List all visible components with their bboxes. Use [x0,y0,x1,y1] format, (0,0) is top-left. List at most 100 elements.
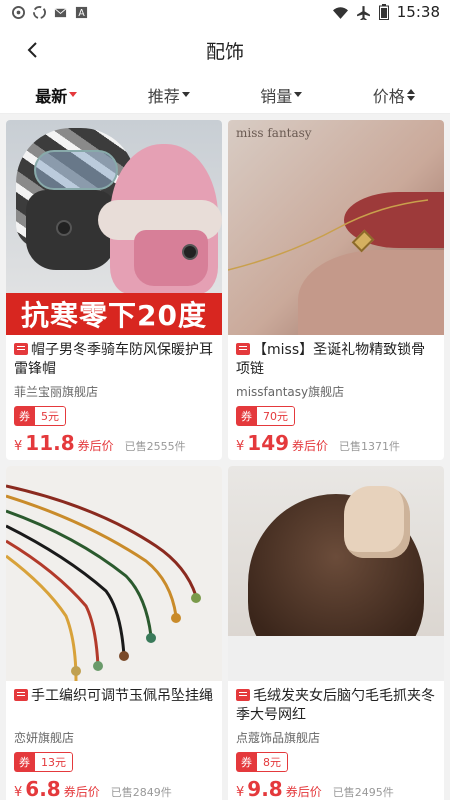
coupon-amount: 13元 [35,752,73,772]
status-bar: A 15:38 [0,0,450,24]
coupon-amount: 8元 [257,752,288,772]
price: 6.8 [25,777,61,800]
sold-count: 已售2555件 [124,440,186,453]
hair-clip-shape [344,486,410,558]
sold-count: 已售1371件 [339,440,401,453]
tab-newest[interactable]: 最新 [0,83,113,107]
battery-icon [378,4,389,20]
product-title-text: 毛绒发夹女后脑勺毛毛抓夹冬季大号网红 [236,688,435,723]
price-note: 券后价 [292,439,329,453]
product-card[interactable]: miss fantasy 【miss】圣诞礼物精致锁骨项链 missfantas… [228,120,444,460]
necklace-chain [228,199,429,271]
price-row: ¥ 9.8 券后价 已售2495件 [236,777,436,800]
tmall-icon [236,343,250,355]
tab-recommended[interactable]: 推荐 [113,83,226,107]
promo-banner: 抗寒零下20度 [6,293,222,335]
tab-sales[interactable]: 销量 [225,83,338,107]
mail-icon [54,7,67,17]
app-notification-icon [12,5,25,19]
price: 11.8 [25,431,75,455]
price-note: 券后价 [285,785,322,799]
caret-down-icon [181,91,190,97]
price-row: ¥ 11.8 券后价 已售2555件 [14,431,214,455]
tab-label: 价格 [372,86,405,106]
sold-count: 已售2849件 [110,786,172,799]
price: 9.8 [247,777,283,800]
shop-name[interactable]: missfantasy旗舰店 [236,383,436,400]
coupon-label: 券 [14,406,35,426]
product-title[interactable]: 【miss】圣诞礼物精致锁骨项链 [236,341,436,379]
sold-count: 已售2495件 [332,786,394,799]
product-title-text: 帽子男冬季骑车防风保暖护耳雷锋帽 [14,342,213,377]
tab-label: 推荐 [147,86,180,106]
promo-banner-text: 抗寒零下20度 [21,299,207,332]
coupon-badge: 券 5元 [14,406,66,426]
product-card[interactable]: 抗寒零下20度 帽子男冬季骑车防风保暖护耳雷锋帽 菲兰宝丽旗舰店 券 5元 ¥ … [6,120,222,460]
mask-valve-shape [182,244,198,260]
visor-shape [34,150,118,190]
tab-label: 销量 [260,86,293,106]
product-title-text: 【miss】圣诞礼物精致锁骨项链 [236,342,426,377]
product-image[interactable]: miss fantasy [228,120,444,335]
sync-icon [33,5,46,19]
product-grid: 抗寒零下20度 帽子男冬季骑车防风保暖护耳雷锋帽 菲兰宝丽旗舰店 券 5元 ¥ … [0,114,450,800]
card-body: 毛绒发夹女后脑勺毛毛抓夹冬季大号网红 点蔻饰品旗舰店 券 8元 ¥ 9.8 券后… [228,681,444,800]
product-image[interactable] [228,466,444,681]
card-body: 【miss】圣诞礼物精致锁骨项链 missfantasy旗舰店 券 70元 ¥ … [228,335,444,455]
price-note: 券后价 [77,439,114,453]
shop-name[interactable]: 菲兰宝丽旗舰店 [14,383,214,400]
coupon-badge: 券 70元 [236,406,295,426]
card-body: 手工编织可调节玉佩吊坠挂绳 恋妍旗舰店 券 13元 ¥ 6.8 券后价 已售28… [6,681,222,800]
product-title-text: 手工编织可调节玉佩吊坠挂绳 [31,688,213,704]
coupon-amount: 5元 [35,406,66,426]
product-title[interactable]: 毛绒发夹女后脑勺毛毛抓夹冬季大号网红 [236,687,436,725]
product-title[interactable]: 手工编织可调节玉佩吊坠挂绳 [14,687,214,725]
tmall-icon [236,689,250,701]
sort-updown-icon [406,88,415,101]
caret-down-icon [294,91,303,97]
mask-valve-shape [56,220,72,236]
card-body: 帽子男冬季骑车防风保暖护耳雷锋帽 菲兰宝丽旗舰店 券 5元 ¥ 11.8 券后价… [6,335,222,455]
pink-mask-shape [134,230,208,286]
product-title[interactable]: 帽子男冬季骑车防风保暖护耳雷锋帽 [14,341,214,379]
price-symbol: ¥ [14,785,23,800]
tab-price[interactable]: 价格 [338,83,450,107]
coupon-label: 券 [236,752,257,772]
coupon-label: 券 [14,752,35,772]
sort-bar: 最新 推荐 销量 价格 [0,76,450,114]
price-row: ¥ 149 券后价 已售1371件 [236,431,436,455]
product-image[interactable] [6,466,222,681]
caret-down-icon [69,91,78,97]
price-symbol: ¥ [236,785,245,800]
status-left: A [12,5,88,19]
price-note: 券后价 [63,785,100,799]
price: 149 [247,431,290,455]
font-icon: A [75,6,88,19]
wifi-icon [332,6,348,19]
product-card[interactable]: 手工编织可调节玉佩吊坠挂绳 恋妍旗舰店 券 13元 ¥ 6.8 券后价 已售28… [6,466,222,800]
back-button[interactable] [18,36,46,64]
tmall-icon [14,343,28,355]
svg-text:A: A [78,8,85,19]
tab-label: 最新 [35,86,68,106]
coupon-badge: 券 13元 [14,752,73,772]
product-card[interactable]: 毛绒发夹女后脑勺毛毛抓夹冬季大号网红 点蔻饰品旗舰店 券 8元 ¥ 9.8 券后… [228,466,444,800]
chevron-left-icon [27,42,37,58]
status-time: 15:38 [396,3,440,21]
airplane-icon [356,5,370,20]
price-symbol: ¥ [236,439,245,454]
product-image[interactable]: 抗寒零下20度 [6,120,222,335]
shop-name[interactable]: 恋妍旗舰店 [14,729,214,746]
status-right: 15:38 [332,3,440,21]
page-title: 配饰 [205,40,244,63]
shop-name[interactable]: 点蔻饰品旗舰店 [236,729,436,746]
header: 配饰 [0,24,450,76]
price-symbol: ¥ [14,439,23,454]
tmall-icon [14,689,28,701]
coupon-label: 券 [236,406,257,426]
coupon-badge: 券 8元 [236,752,288,772]
cords-illustration [6,484,201,681]
coupon-amount: 70元 [257,406,295,426]
price-row: ¥ 6.8 券后价 已售2849件 [14,777,214,800]
sweater-shape [228,636,444,681]
